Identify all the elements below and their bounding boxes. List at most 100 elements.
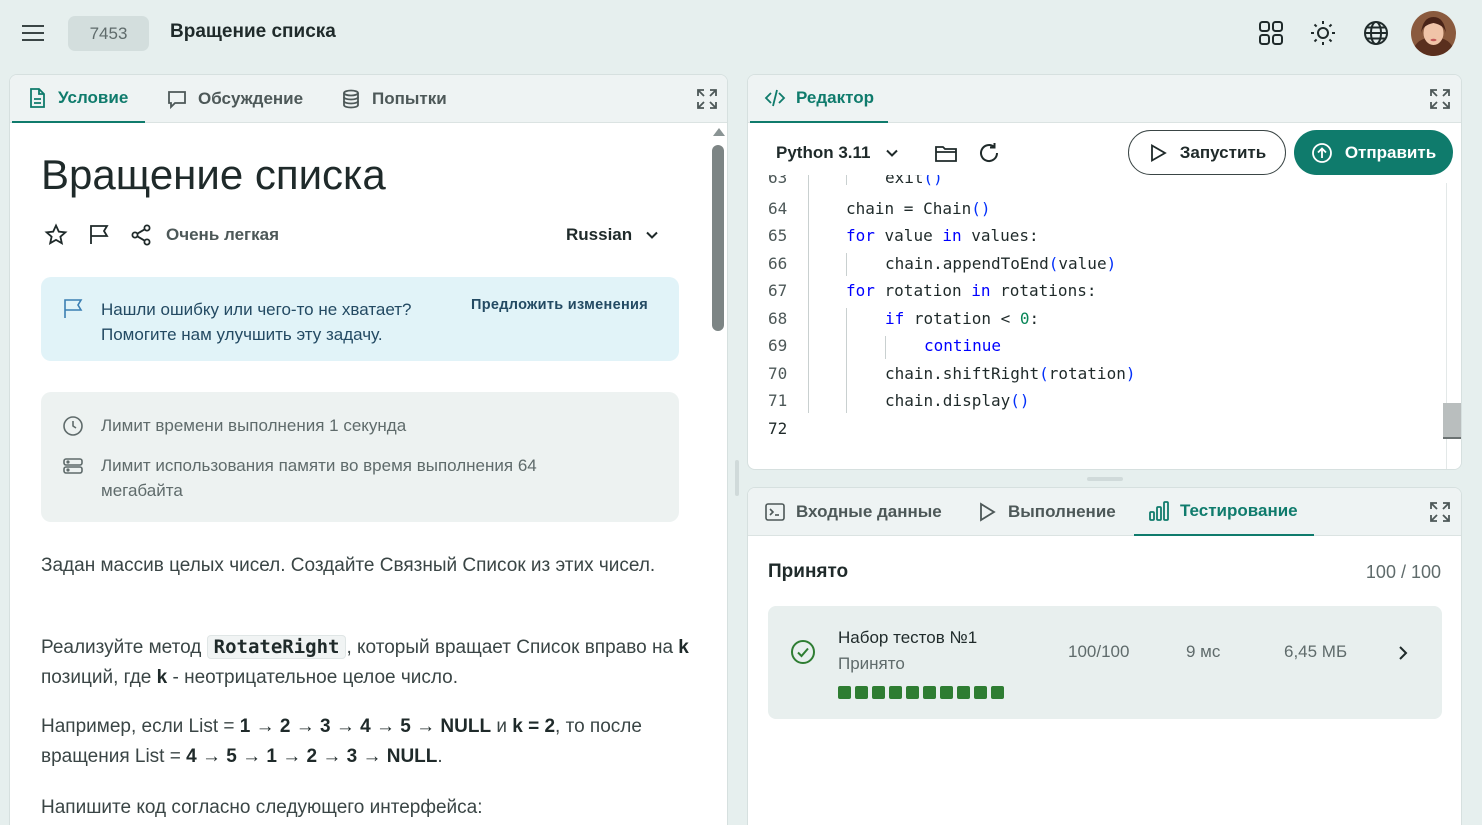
task-id-badge: 7453 (68, 16, 149, 51)
code-text: if rotation < 0: (885, 309, 1040, 328)
result-score: 100 / 100 (1365, 562, 1441, 582)
indent-guide (846, 308, 847, 413)
vertical-splitter[interactable] (735, 460, 739, 496)
tab-testing[interactable]: Тестирование (1134, 488, 1314, 536)
line-number: 65 (768, 226, 788, 245)
suggest-changes-link[interactable]: Предложить изменения (471, 297, 648, 313)
line-number: 71 (768, 391, 788, 410)
desc-k: k = 2 (512, 716, 556, 737)
run-button-label: Запустить (1179, 142, 1267, 162)
task-title: Вращение списка (170, 21, 336, 42)
terminal-icon (765, 503, 785, 521)
folder-icon[interactable] (934, 141, 958, 165)
scrollbar-thumb[interactable] (712, 145, 724, 331)
code-text: continue (924, 336, 1002, 355)
globe-icon[interactable] (1363, 20, 1389, 46)
indent-guide (808, 175, 809, 413)
language-select[interactable]: Russian (566, 225, 660, 245)
test-set-card[interactable]: Набор тестов №1 Принято 100/100 9 мс 6,4… (768, 606, 1442, 719)
desc-k: k (156, 667, 168, 688)
test-set-points: 100/100 (1068, 642, 1130, 661)
tab-editor[interactable]: Редактор (750, 75, 888, 123)
share-icon[interactable] (129, 223, 153, 247)
menu-icon[interactable] (20, 21, 46, 45)
line-number: 66 (768, 254, 788, 273)
desc-text: Например, если List = (41, 716, 240, 737)
code-text: chain.shiftRight(rotation) (885, 364, 1136, 383)
editor-scrollbar-thumb[interactable] (1443, 403, 1461, 439)
tab-attempts[interactable]: Попытки (326, 75, 461, 123)
tab-input-data[interactable]: Входные данные (750, 488, 956, 536)
chevron-right-icon[interactable] (1392, 642, 1414, 664)
test-pass-dot (872, 686, 885, 699)
editor-tabbar: Редактор (748, 75, 1461, 123)
tab-execution[interactable]: Выполнение (962, 488, 1130, 536)
code-icon (764, 89, 786, 107)
play-icon (1150, 143, 1167, 162)
horizontal-splitter[interactable] (1087, 477, 1123, 481)
tab-condition-label: Условие (58, 88, 129, 107)
testing-panel: Входные данные Выполнение Тестирование П… (747, 487, 1462, 825)
limits-box: Лимит времени выполнения 1 секунда Лимит… (41, 392, 679, 522)
language-version-value: Python 3.11 (776, 143, 871, 162)
problem-panel: Условие Обсуждение Попытки Вращение спис… (9, 74, 728, 825)
star-icon[interactable] (44, 223, 68, 247)
description-p2: Реализуйте метод RotateRight, который вр… (41, 632, 691, 693)
test-set-status: Принято (838, 654, 905, 673)
indent-guide (846, 253, 847, 276)
notice-text: Нашли ошибку или чего-то не хватает? Пом… (101, 297, 461, 347)
expand-icon[interactable] (1429, 501, 1451, 523)
result-title: Принято (768, 561, 849, 582)
tab-condition[interactable]: Условие (12, 75, 145, 123)
test-pass-dot (940, 686, 953, 699)
time-limit: Лимит времени выполнения 1 секунда (101, 416, 407, 435)
method-name-code: RotateRight (206, 635, 347, 659)
tab-editor-label: Редактор (796, 88, 874, 107)
language-version-select[interactable]: Python 3.11 (776, 143, 900, 163)
code-editor[interactable]: 63 exit() 64 chain = Chain() 65 for value i… (748, 175, 1446, 465)
test-pass-dot (906, 686, 919, 699)
flag-icon[interactable] (87, 223, 111, 247)
line-number: 68 (768, 309, 788, 328)
language-value: Russian (566, 225, 633, 244)
code-text: chain = Chain() (846, 199, 991, 218)
play-icon (980, 502, 996, 522)
expand-icon[interactable] (1429, 88, 1451, 110)
tab-execution-label: Выполнение (1008, 502, 1116, 521)
avatar[interactable] (1411, 11, 1456, 56)
feedback-notice: Нашли ошибку или чего-то не хватает? Пом… (41, 277, 679, 361)
upload-circle-icon (1311, 142, 1332, 163)
submit-button[interactable]: Отправить (1294, 130, 1453, 175)
database-icon (343, 89, 359, 109)
check-circle-icon (790, 639, 816, 665)
desc-text: и (491, 716, 513, 737)
bar-chart-icon (1149, 501, 1169, 521)
tab-discussion[interactable]: Обсуждение (152, 75, 317, 123)
scroll-up-arrow[interactable] (713, 128, 725, 136)
line-number: 69 (768, 336, 788, 355)
description-p3: Например, если List = 1 → 2 → 3 → 4 → 5 … (41, 712, 691, 772)
test-pass-dot (957, 686, 970, 699)
expand-icon[interactable] (696, 88, 718, 110)
desc-list: 4 → 5 → 1 → 2 → 3 → NULL (186, 746, 438, 767)
test-pass-dot (889, 686, 902, 699)
editor-panel: Редактор Python 3.11 Запустить Отправить (747, 74, 1462, 470)
code-text: chain.appendToEnd(value) (885, 254, 1117, 273)
notice-line-2: Помогите нам улучшить эту задачу. (101, 325, 383, 344)
test-set-memory: 6,45 МБ (1284, 642, 1348, 661)
test-pass-dot (923, 686, 936, 699)
desc-text: , который вращает Список вправо на (346, 637, 679, 658)
test-results-dots (838, 686, 1004, 699)
testing-tabbar: Входные данные Выполнение Тестирование (748, 488, 1461, 536)
run-button[interactable]: Запустить (1128, 130, 1286, 175)
reset-icon[interactable] (977, 141, 1001, 165)
document-icon (30, 88, 45, 108)
chevron-down-icon (886, 149, 899, 157)
line-number: 70 (768, 364, 788, 383)
theme-sun-icon[interactable] (1310, 20, 1336, 46)
test-set-time: 9 мс (1186, 642, 1221, 661)
apps-icon[interactable] (1258, 20, 1284, 46)
difficulty-label: Очень легкая (166, 225, 279, 244)
test-pass-dot (855, 686, 868, 699)
chevron-down-icon (646, 231, 658, 239)
